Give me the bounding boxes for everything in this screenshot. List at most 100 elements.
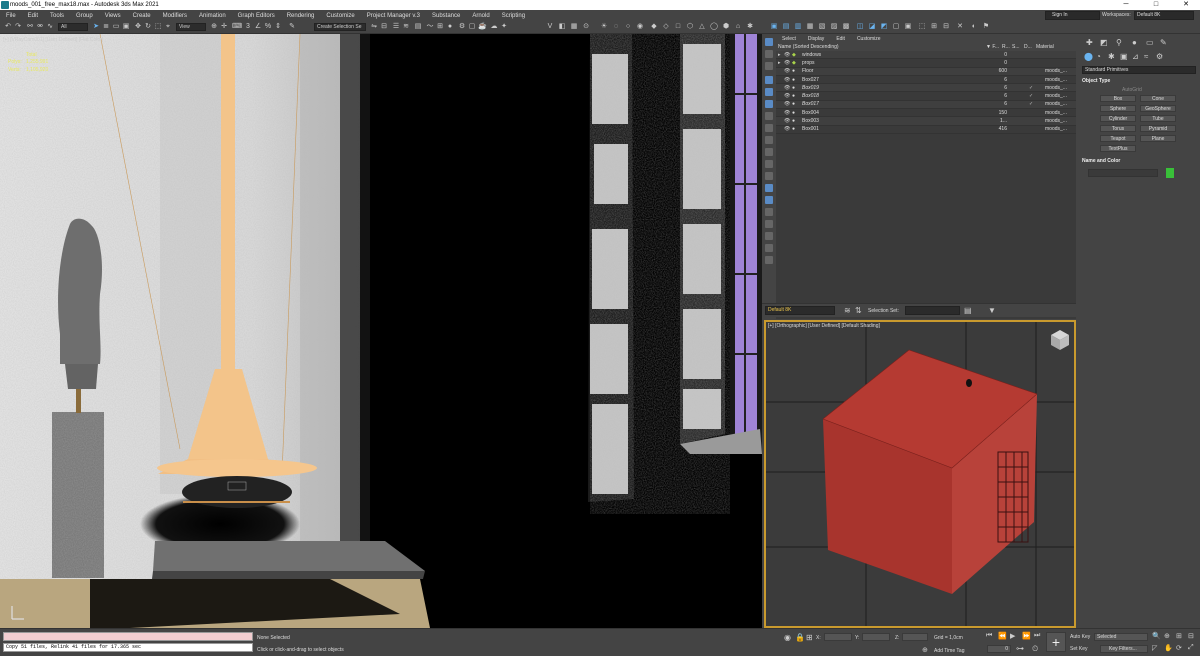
menu-graph-editors[interactable]: Graph Editors: [232, 13, 281, 19]
lights-icon[interactable]: ✱: [1108, 52, 1115, 61]
modify-tab-icon[interactable]: ◩: [1100, 38, 1108, 47]
percent-snap-icon[interactable]: %: [264, 23, 272, 31]
menu-modifiers[interactable]: Modifiers: [157, 13, 193, 19]
placement-icon[interactable]: ⌖: [164, 23, 172, 31]
menu-animation[interactable]: Animation: [193, 13, 232, 19]
sphere-button[interactable]: Sphere: [1100, 105, 1136, 112]
absolute-mode-icon[interactable]: ⊞: [806, 633, 813, 642]
named-selection-set-select[interactable]: Create Selection Se: [314, 23, 366, 31]
scene-explorer-tool-icon[interactable]: ▧: [818, 23, 826, 31]
vray-object-icon[interactable]: □: [674, 23, 682, 31]
set-keys-icon[interactable]: +: [1046, 632, 1066, 652]
current-frame-input[interactable]: 0: [987, 645, 1011, 653]
vray-object-icon[interactable]: △: [698, 23, 706, 31]
curve-editor-icon[interactable]: 〜: [426, 23, 434, 31]
display-shapes-icon[interactable]: [765, 88, 773, 96]
zoom-extents-icon[interactable]: ⊞: [1176, 632, 1182, 640]
visibility-eye-icon[interactable]: 👁: [784, 101, 792, 107]
snaps-toggle-icon[interactable]: 3: [244, 23, 252, 31]
mirror-icon[interactable]: ⇋: [370, 23, 378, 31]
zoom-icon[interactable]: 🔍: [1152, 632, 1161, 640]
scene-row-floor[interactable]: 👁 ● Floor 600 moods_...: [776, 67, 1076, 76]
select-rotate-icon[interactable]: ↻: [144, 23, 152, 31]
x-coordinate-input[interactable]: [824, 633, 852, 641]
add-time-tag[interactable]: Add Time Tag: [934, 648, 964, 654]
vray-object-icon[interactable]: ⬡: [686, 23, 694, 31]
geometry-icon[interactable]: ⬤: [1084, 52, 1093, 61]
scene-explorer-tool-icon[interactable]: ▦: [806, 23, 814, 31]
scene-explorer-tool-icon[interactable]: ⬚: [918, 23, 926, 31]
scene-explorer-tool-icon[interactable]: ▢: [892, 23, 900, 31]
object-color-swatch[interactable]: [1166, 168, 1174, 178]
vray-light-icon[interactable]: ◌: [612, 23, 620, 31]
visibility-eye-icon[interactable]: 👁: [784, 126, 792, 132]
layers-icon[interactable]: ≋: [844, 306, 851, 315]
create-tab-icon[interactable]: ✚: [1086, 38, 1093, 47]
display-lights-icon[interactable]: [765, 100, 773, 108]
bind-space-warp-icon[interactable]: ∿: [46, 23, 54, 31]
vray-object-icon[interactable]: ⌂: [734, 23, 742, 31]
zoom-extents-all-icon[interactable]: ⊟: [1188, 632, 1194, 640]
select-none-icon[interactable]: [765, 38, 773, 46]
a360-gallery-icon[interactable]: ✦: [500, 23, 508, 31]
edit-named-selection-icon[interactable]: ✎: [288, 23, 296, 31]
systems-icon[interactable]: ⚙: [1156, 52, 1163, 61]
invert-selection-icon[interactable]: [765, 62, 773, 70]
scene-row-props[interactable]: ▸ 👁 ◆ props 0: [776, 59, 1076, 68]
display-helpers-icon[interactable]: [765, 124, 773, 132]
selection-filter-select[interactable]: All: [58, 23, 88, 31]
pivot-center-icon[interactable]: ⊕: [210, 23, 218, 31]
unlink-icon[interactable]: ⚮: [36, 23, 44, 31]
vray-tool-icon[interactable]: ▦: [570, 23, 578, 31]
workspace-select[interactable]: Default 8K: [1134, 11, 1194, 20]
scene-explorer-tool-icon[interactable]: ✕: [956, 23, 964, 31]
menu-rendering[interactable]: Rendering: [281, 13, 321, 19]
undo-icon[interactable]: ↶: [4, 23, 12, 31]
pyramid-button[interactable]: Pyramid: [1140, 125, 1176, 132]
scene-row-box001[interactable]: 👁 ● Box001 416 moods_...: [776, 126, 1076, 134]
visibility-eye-icon[interactable]: 👁: [784, 110, 792, 116]
vray-object-icon[interactable]: ◆: [650, 23, 658, 31]
window-crossing-icon[interactable]: ▣: [122, 23, 130, 31]
selection-lock-icon[interactable]: 🔒: [795, 633, 805, 642]
vray-tool-icon[interactable]: V: [546, 23, 554, 31]
menu-group[interactable]: Group: [70, 13, 99, 19]
geosphere-button[interactable]: GeoSphere: [1140, 105, 1176, 112]
scene-row-box017[interactable]: 👁 ● Box017 6 ✓ moods_...: [776, 100, 1076, 110]
angle-snap-icon[interactable]: ∠: [254, 23, 262, 31]
object-name-input[interactable]: [1088, 169, 1158, 177]
menu-tools[interactable]: Tools: [44, 13, 70, 19]
material-editor-icon[interactable]: ●: [446, 23, 454, 31]
scene-explorer-tool-icon[interactable]: ◐: [970, 23, 978, 31]
pan-icon[interactable]: ✋: [1164, 644, 1173, 652]
select-all-icon[interactable]: [765, 50, 773, 58]
scene-explorer-tool-icon[interactable]: ▥: [794, 23, 802, 31]
cone-button[interactable]: Cone: [1140, 95, 1176, 102]
play-icon[interactable]: ▶: [1010, 632, 1015, 640]
plane-button[interactable]: Plane: [1140, 135, 1176, 142]
select-manipulate-icon[interactable]: ✛: [220, 23, 228, 31]
vray-light-icon[interactable]: ○: [624, 23, 632, 31]
display-tab-icon[interactable]: ▭: [1146, 38, 1154, 47]
time-tag-icon[interactable]: ⊕: [922, 646, 928, 654]
menu-arnold[interactable]: Arnold: [466, 13, 495, 19]
viewport-label[interactable]: [+] [VRayCam001] [User Defined] [Flat Co…: [3, 37, 103, 43]
scene-explorer-tool-icon[interactable]: ⊞: [930, 23, 938, 31]
go-to-end-icon[interactable]: ⏭: [1034, 632, 1040, 640]
display-xrefs-icon[interactable]: [765, 160, 773, 168]
scene-row-box027[interactable]: 👁 ● Box027 6 moods_...: [776, 76, 1076, 85]
vray-object-icon[interactable]: ⬢: [722, 23, 730, 31]
render-production-icon[interactable]: ☕: [478, 23, 487, 31]
camera-viewport[interactable]: [+] [VRayCam001] [User Defined] [Flat Co…: [0, 34, 762, 628]
filter-icon[interactable]: ▼: [988, 306, 996, 315]
menu-create[interactable]: Create: [127, 13, 157, 19]
render-setup-icon[interactable]: ⚙: [458, 23, 466, 31]
menu-edit[interactable]: Edit: [22, 13, 44, 19]
display-geometry-icon[interactable]: [765, 76, 773, 84]
shapes-icon[interactable]: ◔: [1096, 52, 1101, 61]
menu-customize[interactable]: Customize: [320, 13, 360, 19]
select-scale-icon[interactable]: ⬚: [154, 23, 162, 31]
find-icon[interactable]: [765, 256, 773, 264]
vray-object-icon[interactable]: ✱: [746, 23, 754, 31]
key-mode-icon[interactable]: ⊶: [1016, 644, 1024, 653]
